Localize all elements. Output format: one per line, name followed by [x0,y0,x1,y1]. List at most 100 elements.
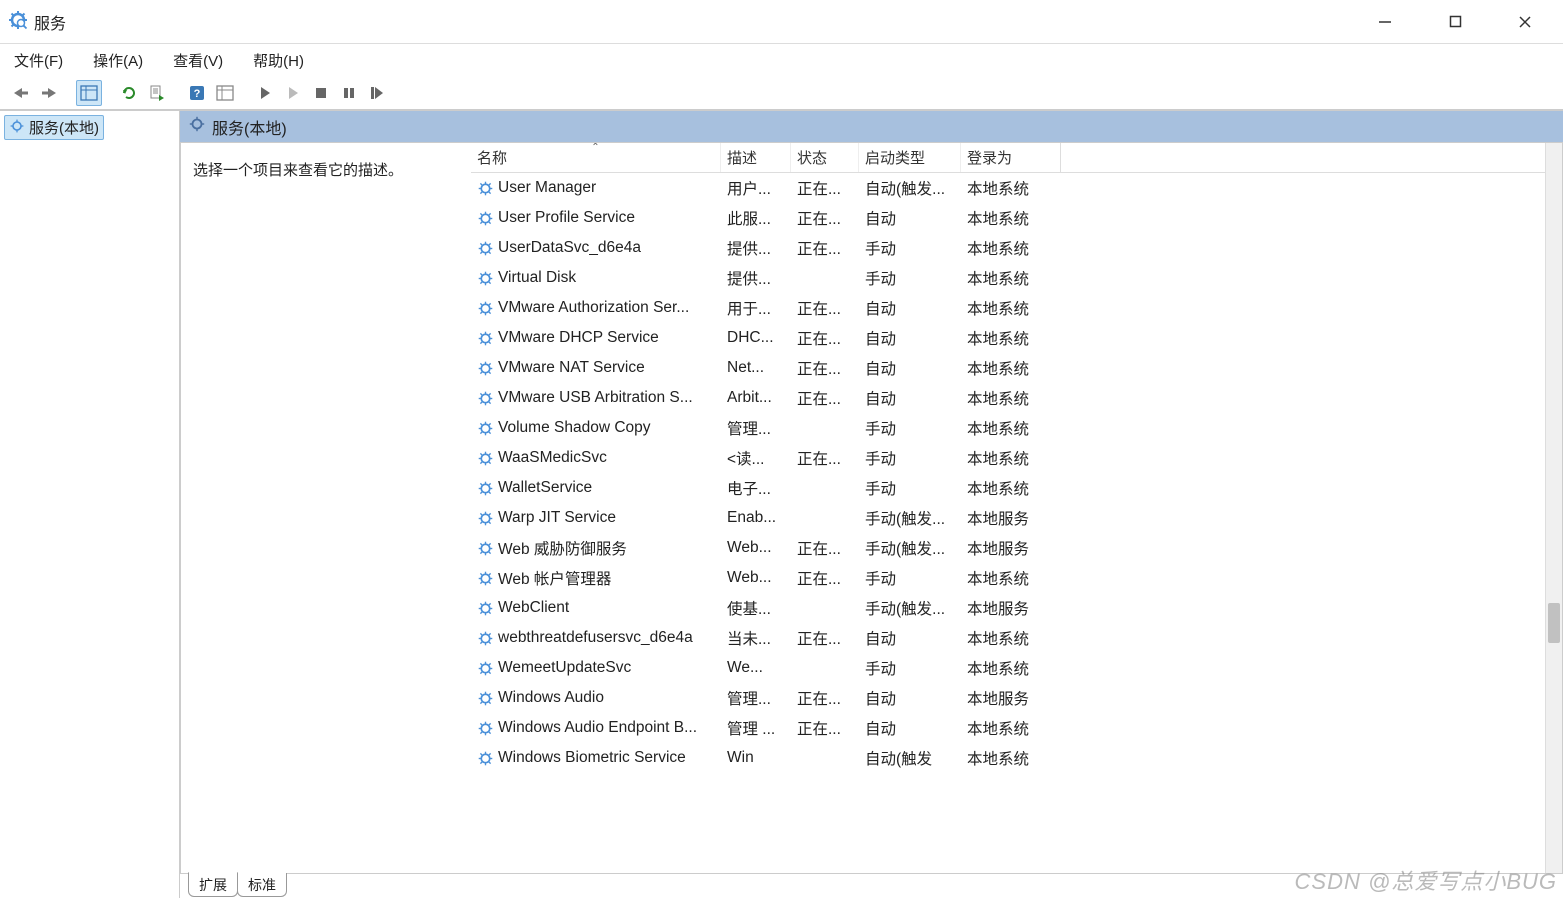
service-description: Win [721,749,791,767]
menu-bar: 文件(F) 操作(A) 查看(V) 帮助(H) [0,44,1563,76]
tab-extended[interactable]: 扩展 [188,872,238,897]
service-logon-as: 本地系统 [961,387,1061,409]
column-header-logon-as[interactable]: 登录为 [961,143,1061,172]
service-row[interactable]: Windows Biometric ServiceWin自动(触发本地系统 [471,743,1562,773]
tree-node-services-local[interactable]: 服务(本地) [4,115,104,140]
nav-forward-button[interactable] [36,80,62,106]
service-row[interactable]: Virtual Disk提供...手动本地系统 [471,263,1562,293]
service-startup-type: 手动 [859,447,961,469]
pause-service-button[interactable] [336,80,362,106]
service-row[interactable]: WemeetUpdateSvcWe...手动本地系统 [471,653,1562,683]
show-hide-tree-button[interactable] [76,80,102,106]
service-startup-type: 自动 [859,717,961,739]
service-name: VMware DHCP Service [498,329,659,347]
service-status: 正在... [791,537,859,559]
service-gear-icon [477,300,494,317]
service-description: 管理 ... [721,717,791,739]
nav-back-button[interactable] [8,80,34,106]
service-row[interactable]: Windows Audio管理...正在...自动本地服务 [471,683,1562,713]
start-service-button[interactable] [252,80,278,106]
service-status: 正在... [791,567,859,589]
refresh-button[interactable] [116,80,142,106]
scrollbar-thumb[interactable] [1548,603,1560,643]
tree-node-label: 服务(本地) [29,117,99,138]
service-row[interactable]: WalletService电子...手动本地系统 [471,473,1562,503]
service-name: VMware Authorization Ser... [498,299,689,317]
service-startup-type: 手动 [859,477,961,499]
service-row[interactable]: Warp JIT ServiceEnab...手动(触发...本地服务 [471,503,1562,533]
service-row[interactable]: Web 威胁防御服务 Web...正在...手动(触发...本地服务 [471,533,1562,563]
service-description: Enab... [721,509,791,527]
service-row[interactable]: VMware NAT ServiceNet...正在...自动本地系统 [471,353,1562,383]
service-row[interactable]: WaaSMedicSvc<读...正在...手动本地系统 [471,443,1562,473]
column-header-status[interactable]: 状态 [791,143,859,172]
service-gear-icon [477,420,494,437]
menu-view[interactable]: 查看(V) [169,46,227,75]
service-logon-as: 本地服务 [961,537,1061,559]
service-logon-as: 本地服务 [961,597,1061,619]
service-row[interactable]: WebClient使基...手动(触发...本地服务 [471,593,1562,623]
properties-button[interactable] [212,80,238,106]
sort-ascending-icon: ⌃ [591,143,599,153]
window-title: 服务 [34,10,1365,34]
service-gear-icon [477,630,494,647]
restart-service-button[interactable] [364,80,390,106]
service-logon-as: 本地系统 [961,237,1061,259]
services-icon [9,118,25,138]
help-button[interactable]: ? [184,80,210,106]
service-name: Windows Audio [498,689,604,707]
service-description: 电子... [721,477,791,499]
minimize-button[interactable] [1365,7,1405,37]
menu-action[interactable]: 操作(A) [89,46,147,75]
service-gear-icon [477,180,494,197]
service-gear-icon [477,750,494,767]
service-gear-icon [477,390,494,407]
main-area: 服务(本地) 服务(本地) 选择一个项目来查看它的描述。 [0,110,1563,898]
maximize-button[interactable] [1435,7,1475,37]
service-gear-icon [477,330,494,347]
service-status: 正在... [791,327,859,349]
service-name: WebClient [498,599,569,617]
service-name: Web 威胁防御服务 [498,537,627,559]
service-row[interactable]: Windows Audio Endpoint B...管理 ...正在...自动… [471,713,1562,743]
service-description: Web... [721,539,791,557]
service-startup-type: 手动 [859,237,961,259]
service-gear-icon [477,450,494,467]
service-logon-as: 本地系统 [961,267,1061,289]
service-startup-type: 手动(触发... [859,537,961,559]
service-name: UserDataSvc_d6e4a [498,239,641,257]
service-startup-type: 手动 [859,267,961,289]
service-description: <读... [721,447,791,469]
column-header-name[interactable]: ⌃ 名称 [471,143,721,172]
start-service-dim-button[interactable] [280,80,306,106]
menu-file[interactable]: 文件(F) [10,46,67,75]
service-startup-type: 手动(触发... [859,597,961,619]
view-tabs: 扩展 标准 [180,874,1563,898]
service-gear-icon [477,690,494,707]
svg-text:?: ? [194,88,201,100]
service-row[interactable]: VMware DHCP ServiceDHC...正在...自动本地系统 [471,323,1562,353]
menu-help[interactable]: 帮助(H) [249,46,308,75]
tab-standard[interactable]: 标准 [237,873,287,897]
column-header-description[interactable]: 描述 [721,143,791,172]
service-row[interactable]: Web 帐户管理器Web...正在...手动本地系统 [471,563,1562,593]
service-row[interactable]: VMware USB Arbitration S...Arbit...正在...… [471,383,1562,413]
service-row[interactable]: VMware Authorization Ser...用于...正在...自动本… [471,293,1562,323]
service-gear-icon [477,660,494,677]
close-button[interactable] [1505,7,1545,37]
service-description: DHC... [721,329,791,347]
service-status: 正在... [791,387,859,409]
service-row[interactable]: User Profile Service此服...正在...自动本地系统 [471,203,1562,233]
vertical-scrollbar[interactable] [1545,143,1562,873]
service-gear-icon [477,360,494,377]
toolbar: ? [0,76,1563,110]
column-header-startup-type[interactable]: 启动类型 [859,143,961,172]
service-row[interactable]: webthreatdefusersvc_d6e4a当未...正在...自动本地系… [471,623,1562,653]
service-logon-as: 本地系统 [961,627,1061,649]
stop-service-button[interactable] [308,80,334,106]
service-status: 正在... [791,627,859,649]
service-row[interactable]: UserDataSvc_d6e4a提供...正在...手动本地系统 [471,233,1562,263]
export-list-button[interactable] [144,80,170,106]
service-row[interactable]: User Manager用户...正在...自动(触发...本地系统 [471,173,1562,203]
service-row[interactable]: Volume Shadow Copy管理...手动本地系统 [471,413,1562,443]
